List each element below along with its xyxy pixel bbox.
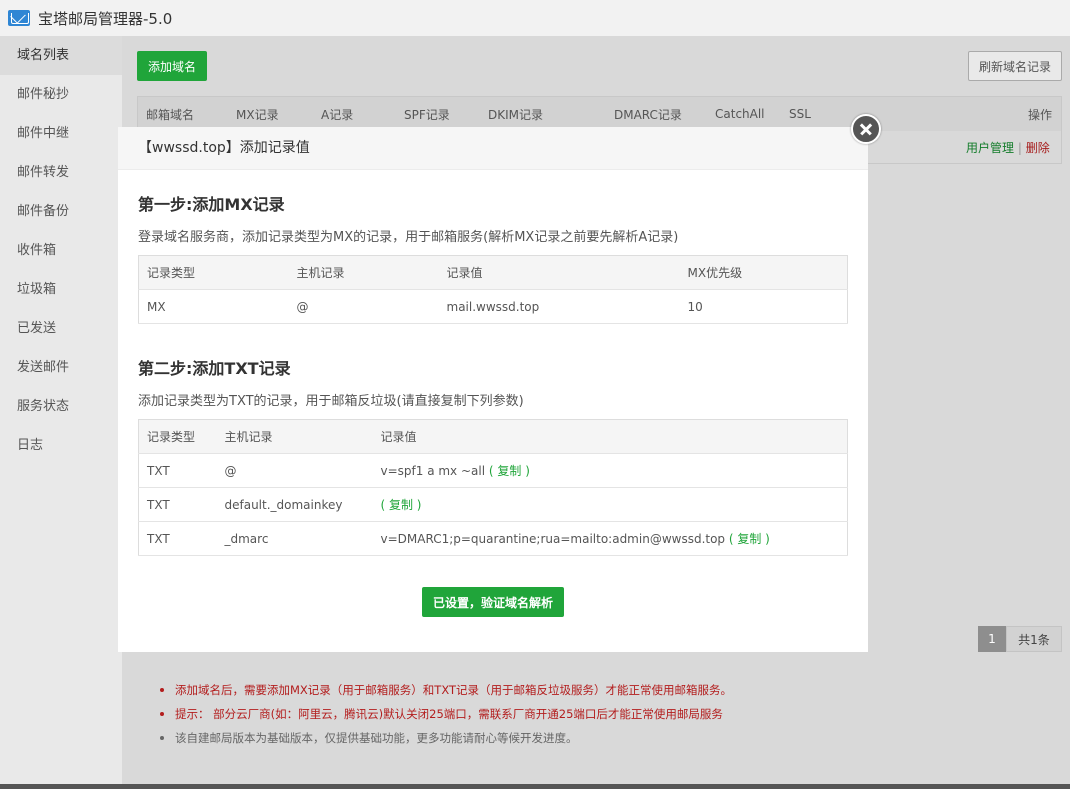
verify-dns-button[interactable]: 已设置，验证域名解析 [422, 587, 564, 617]
mail-icon [8, 10, 30, 26]
step1-title: 第一步:添加MX记录 [138, 195, 285, 214]
domain-table-header: 邮箱域名 MX记录 A记录 SPF记录 DKIM记录 DMARC记录 Catch… [138, 97, 1061, 131]
col-spf: SPF记录 [404, 107, 450, 122]
tip-item: 添加域名后，需要添加MX记录（用于邮箱服务）和TXT记录（用于邮箱反垃圾服务）才… [160, 678, 732, 702]
window-title: 宝塔邮局管理器-5.0 [38, 9, 173, 28]
table-row: MX @ mail.wwssd.top 10 [138, 289, 848, 324]
user-manage-link[interactable]: 用户管理 [966, 141, 1014, 155]
col-value: 记录值 [372, 419, 848, 454]
mx-record-table: 记录类型 主机记录 记录值 MX优先级 MX @ mail.wwssd.top … [138, 255, 848, 324]
record-value-cell: v=DMARC1;p=quarantine;rua=mailto:admin@w… [372, 521, 848, 556]
sidebar-item-relay[interactable]: 邮件中继 [0, 114, 122, 153]
copy-link[interactable]: ( 复制 ) [489, 464, 530, 478]
sidebar-item-sent[interactable]: 已发送 [0, 309, 122, 348]
sidebar-item-inbox[interactable]: 收件箱 [0, 231, 122, 270]
sidebar-item-log[interactable]: 日志 [0, 426, 122, 465]
col-record-type: 记录类型 [138, 419, 217, 454]
row-actions: 用户管理 | 删除 [966, 139, 1050, 156]
step2-title: 第二步:添加TXT记录 [138, 359, 291, 378]
sidebar-item-backup[interactable]: 邮件备份 [0, 192, 122, 231]
record-type: TXT [138, 453, 217, 488]
sidebar-item-spam[interactable]: 垃圾箱 [0, 270, 122, 309]
tip-item: 该自建邮局版本为基础版本，仅提供基础功能，更多功能请耐心等候开发进度。 [160, 726, 732, 750]
col-dmarc: DMARC记录 [614, 107, 682, 122]
record-type: TXT [138, 521, 217, 556]
step2-description: 添加记录类型为TXT的记录，用于邮箱反垃圾(请直接复制下列参数) [138, 394, 524, 409]
record-value: v=spf1 a mx ~all [380, 464, 486, 478]
sidebar-item-compose[interactable]: 发送邮件 [0, 348, 122, 387]
copy-link[interactable]: ( 复制 ) [381, 498, 422, 512]
table-row: TXT _dmarc v=DMARC1;p=quarantine;rua=mai… [138, 521, 848, 556]
record-value-cell: ( 复制 ) [372, 487, 848, 522]
add-record-dialog: 【wwssd.top】添加记录值 第一步:添加MX记录 登录域名服务商，添加记录… [118, 114, 881, 652]
col-host: 主机记录 [288, 255, 439, 290]
col-mx: MX记录 [236, 107, 279, 122]
record-value: v=DMARC1;p=quarantine;rua=mailto:admin@w… [380, 532, 726, 546]
col-a: A记录 [321, 107, 354, 122]
record-type: MX [138, 289, 289, 324]
step1-description: 登录域名服务商，添加记录类型为MX的记录，用于邮箱服务(解析MX记录之前要先解析… [138, 230, 679, 245]
record-value: mail.wwssd.top [438, 289, 680, 324]
col-domain: 邮箱域名 [146, 107, 195, 122]
add-domain-button[interactable]: 添加域名 [137, 51, 207, 81]
record-type: TXT [138, 487, 217, 522]
col-catchall: CatchAll [715, 107, 765, 121]
record-value-cell: v=spf1 a mx ~all ( 复制 ) [372, 453, 848, 488]
txt-record-table: 记录类型 主机记录 记录值 TXT @ v=spf1 a mx ~all ( 复… [138, 419, 848, 556]
sidebar: 域名列表 邮件秘抄 邮件中继 邮件转发 邮件备份 收件箱 垃圾箱 已发送 发送邮… [0, 36, 122, 789]
sidebar-item-domain-list[interactable]: 域名列表 [0, 36, 122, 75]
sidebar-item-forward[interactable]: 邮件转发 [0, 153, 122, 192]
col-actions: 操作 [1028, 107, 1053, 122]
action-separator: | [1017, 140, 1022, 155]
col-value: 记录值 [438, 255, 680, 290]
table-header-row: 记录类型 主机记录 记录值 MX优先级 [138, 255, 848, 290]
sidebar-item-bcc[interactable]: 邮件秘抄 [0, 75, 122, 114]
record-priority: 10 [679, 289, 848, 324]
col-record-type: 记录类型 [138, 255, 289, 290]
tips-list: 添加域名后，需要添加MX记录（用于邮箱服务）和TXT记录（用于邮箱反垃圾服务）才… [160, 678, 732, 750]
copy-link[interactable]: ( 复制 ) [729, 532, 770, 546]
col-ssl: SSL [789, 107, 811, 121]
delete-link[interactable]: 删除 [1026, 141, 1050, 155]
window-titlebar: 宝塔邮局管理器-5.0 [0, 0, 1070, 36]
record-host: @ [216, 453, 373, 488]
dialog-title: 【wwssd.top】添加记录值 [118, 127, 868, 170]
pagination: 1 共1条 [978, 626, 1062, 652]
col-dkim: DKIM记录 [488, 107, 544, 122]
record-host: _dmarc [216, 521, 373, 556]
window-bottom-edge [0, 784, 1070, 789]
table-row: TXT default._domainkey ( 复制 ) [138, 487, 848, 522]
sidebar-item-service-status[interactable]: 服务状态 [0, 387, 122, 426]
table-row: TXT @ v=spf1 a mx ~all ( 复制 ) [138, 453, 848, 488]
refresh-records-button[interactable]: 刷新域名记录 [968, 51, 1062, 81]
col-host: 主机记录 [216, 419, 373, 454]
table-header-row: 记录类型 主机记录 记录值 [138, 419, 848, 454]
page-number-button[interactable]: 1 [978, 626, 1006, 652]
col-mx-priority: MX优先级 [679, 255, 848, 290]
close-icon[interactable] [851, 114, 881, 144]
tip-item: 提示： 部分云厂商(如：阿里云，腾讯云)默认关闭25端口，需联系厂商开通25端口… [160, 702, 732, 726]
record-host: @ [288, 289, 439, 324]
total-count: 共1条 [1006, 626, 1062, 652]
record-host: default._domainkey [216, 487, 373, 522]
